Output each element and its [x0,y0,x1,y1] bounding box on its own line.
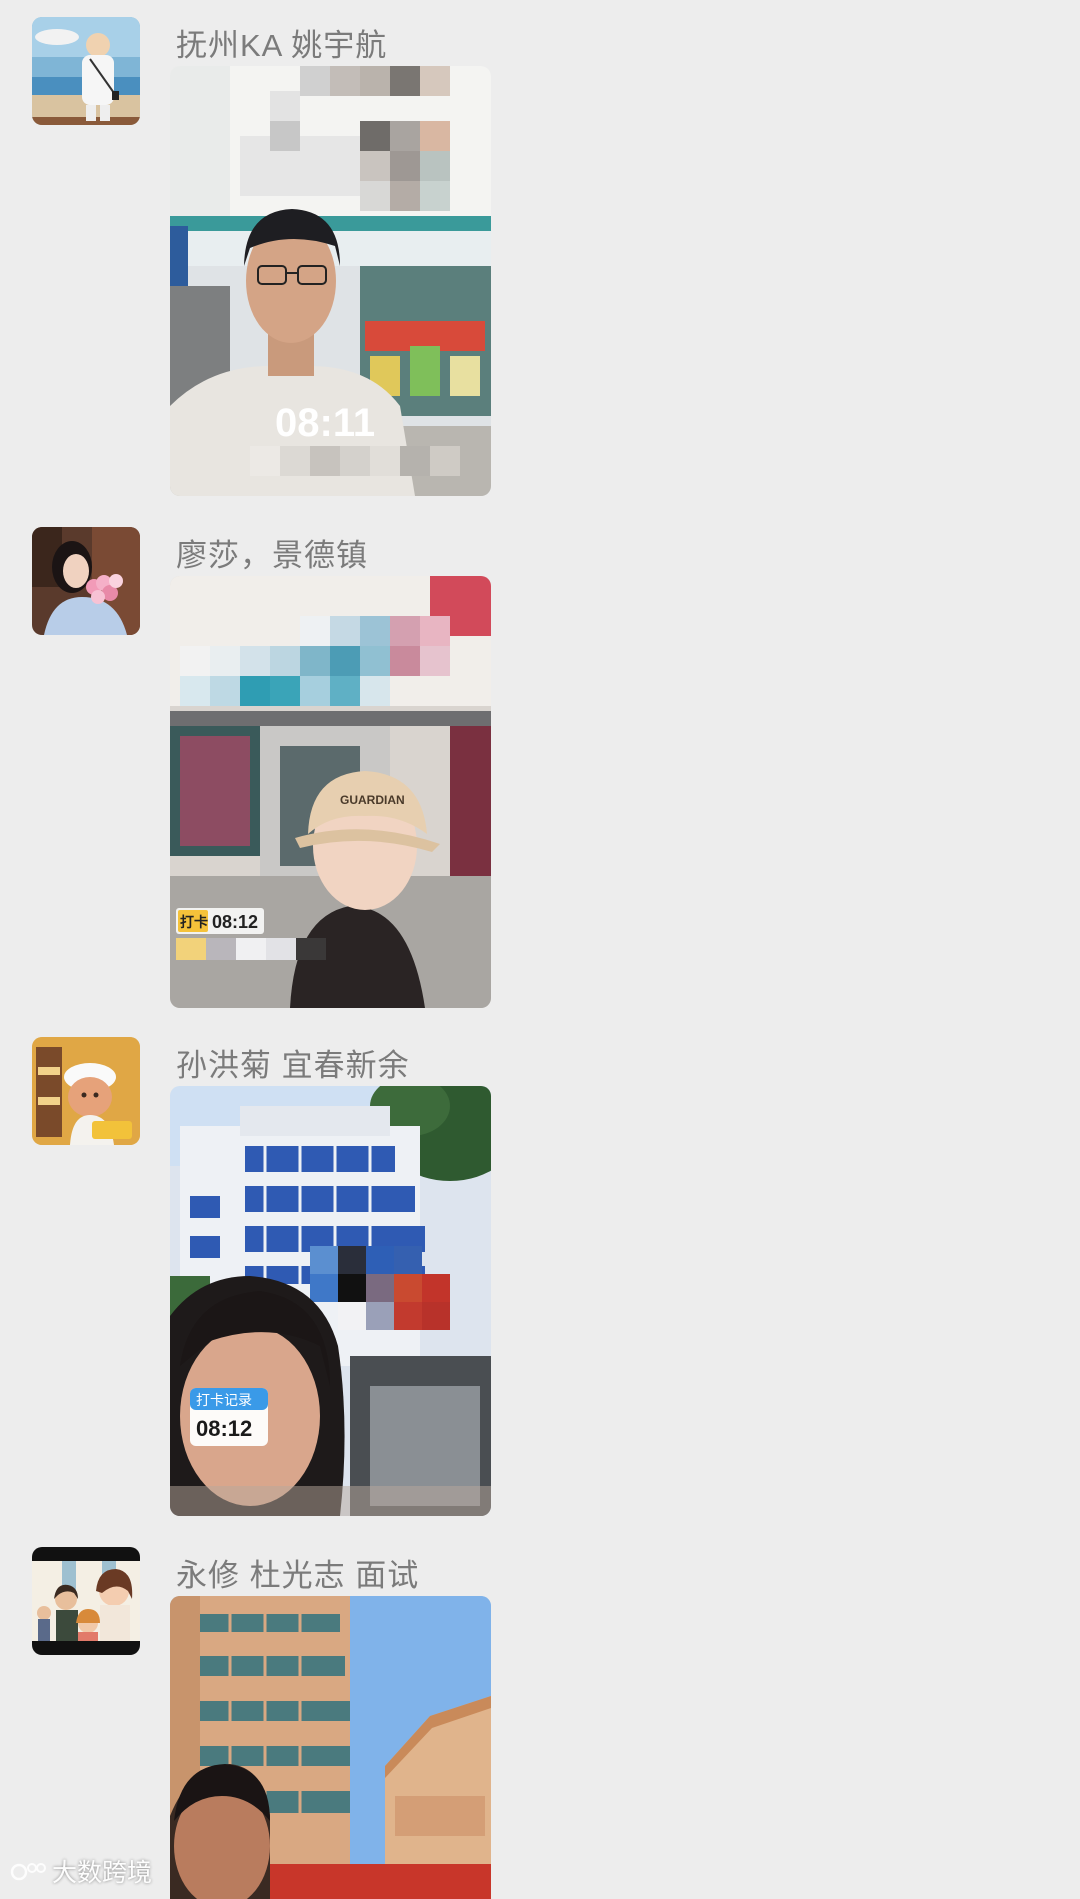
chat-message: 孙洪菊 宜春新余 打卡记录 08:12 [0,1020,1080,1530]
photo-message[interactable]: GUARDIAN 打卡 08:12 [170,576,491,1008]
avatar-boy-seaside-icon [32,17,140,125]
avatar-cartoon-family-icon [32,1547,140,1655]
avatar[interactable] [32,527,140,635]
avatar-cartoon-chef-icon [32,1037,140,1145]
photo-message[interactable]: 打卡记录 08:12 [170,1086,491,1516]
photo-time: 08:11 [275,401,375,445]
sender-name: 抚州KA 姚宇航 [176,28,388,63]
sender-name: 永修 杜光志 面试 [176,1558,420,1593]
checkin-photo: 打卡记录 08:12 [170,1086,491,1516]
photo-badge: 打卡 [180,914,208,930]
photo-badge: 打卡记录 [196,1392,252,1408]
checkin-photo: 08:11 [170,66,491,496]
watermark-text: 大数跨境 [52,1859,153,1887]
chat-message-list: 抚州KA 姚宇航 08:11 廖莎，景德镇 GUARDIAN 打卡 08:12 … [0,0,1080,1899]
chat-message: 廖莎，景德镇 GUARDIAN 打卡 08:12 [0,510,1080,1020]
sender-name: 廖莎，景德镇 [176,538,368,573]
photo-message[interactable]: 08:11 [170,66,491,496]
avatar-girl-flowers-icon [32,527,140,635]
photo-time: 08:12 [212,912,258,932]
avatar[interactable] [32,17,140,125]
svg-text:GUARDIAN: GUARDIAN [340,793,405,807]
watermark: 大数跨境 [10,1853,152,1889]
checkin-photo [170,1596,491,1899]
brand-logo-icon [10,1863,46,1881]
checkin-photo: GUARDIAN 打卡 08:12 [170,576,491,1008]
photo-time: 08:12 [196,1416,252,1441]
avatar[interactable] [32,1547,140,1655]
sender-name: 孙洪菊 宜春新余 [176,1048,410,1083]
chat-message: 抚州KA 姚宇航 08:11 [0,0,1080,510]
chat-message: 永修 杜光志 面试 [0,1530,1080,1899]
avatar[interactable] [32,1037,140,1145]
photo-message[interactable] [170,1596,491,1899]
